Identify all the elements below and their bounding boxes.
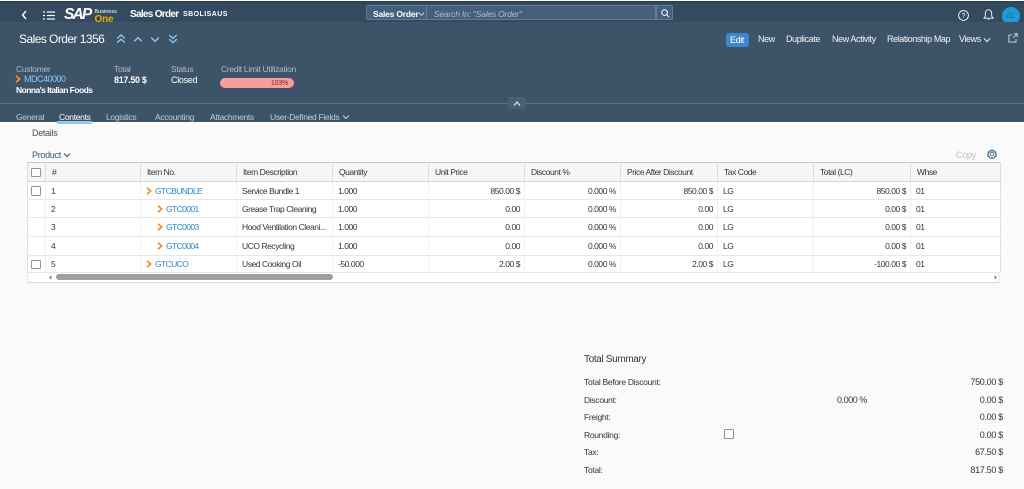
svg-text:?: ? <box>961 13 965 20</box>
